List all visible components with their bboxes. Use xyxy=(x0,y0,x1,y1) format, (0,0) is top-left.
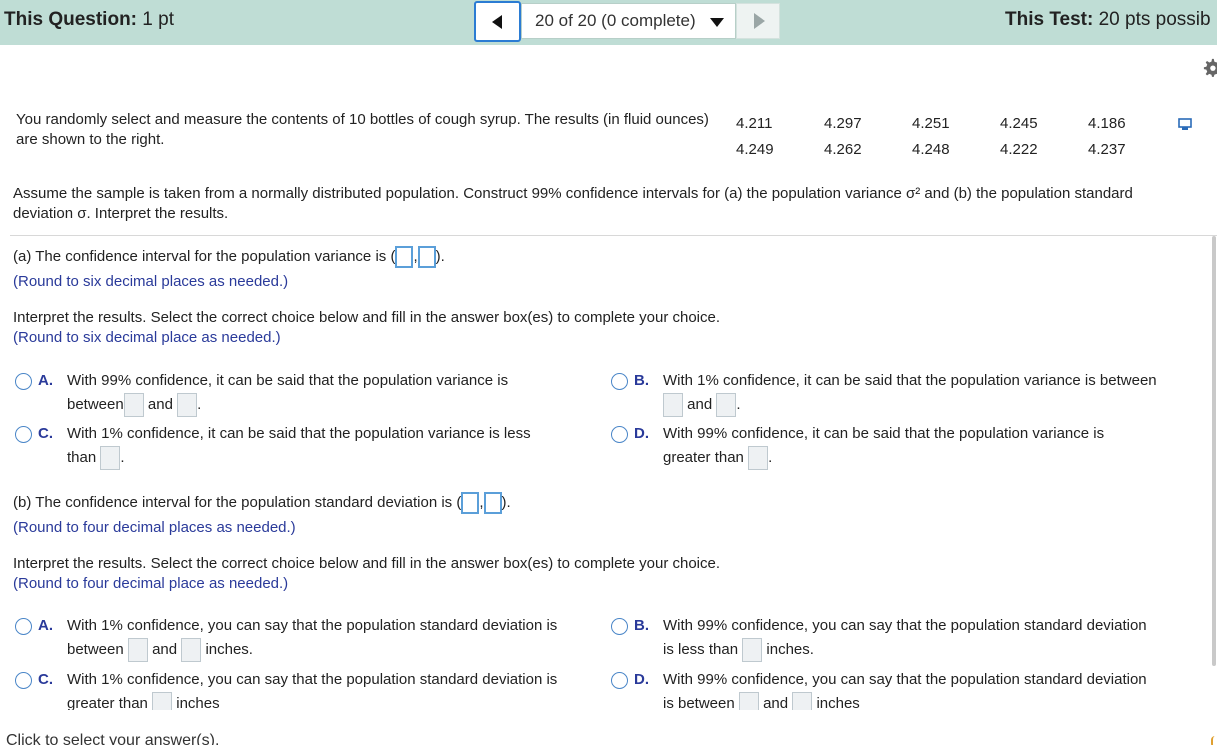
data-cell: 4.297 xyxy=(824,115,862,132)
part-b-option-c-text: With 1% confidence, you can say that the… xyxy=(67,668,612,710)
answer-box[interactable] xyxy=(663,393,683,418)
stddev-upper-input[interactable] xyxy=(483,492,502,514)
answer-box[interactable] xyxy=(123,393,144,418)
part-b-option-a-radio[interactable] xyxy=(15,618,32,635)
part-a-interpret: Interpret the results. Select the correc… xyxy=(13,309,721,326)
data-cell: 4.262 xyxy=(824,141,862,158)
divider xyxy=(10,235,1217,236)
right-arrow-icon xyxy=(754,13,765,29)
data-cell: 4.237 xyxy=(1088,141,1126,158)
question-position: 20 of 20 (0 complete) xyxy=(535,11,696,30)
top-bar: This Question: 1 pt 20 of 20 (0 complete… xyxy=(0,0,1217,45)
option-letter: D. xyxy=(634,671,649,688)
test-points: This Test: 20 pts possib xyxy=(1005,9,1211,30)
variance-upper-input[interactable] xyxy=(417,246,436,268)
part-b-interpret: Interpret the results. Select the correc… xyxy=(13,555,721,572)
option-letter: B. xyxy=(634,372,649,389)
answer-box[interactable] xyxy=(716,393,737,418)
part-a-option-b-text: With 1% confidence, it can be said that … xyxy=(663,369,1208,418)
part-a-option-d-text: With 99% confidence, it can be said that… xyxy=(663,422,1208,471)
part-a-option-b-radio[interactable] xyxy=(611,373,628,390)
assumption-text: Assume the sample is taken from a normal… xyxy=(13,185,1133,222)
loading-indicator-icon xyxy=(1211,736,1217,745)
option-letter: A. xyxy=(38,617,53,634)
option-letter: C. xyxy=(38,671,53,688)
data-cell: 4.249 xyxy=(736,141,774,158)
part-b-option-b-text: With 99% confidence, you can say that th… xyxy=(663,614,1208,663)
part-a-prompt: (a) The confidence interval for the popu… xyxy=(13,246,445,268)
part-a-option-d-radio[interactable] xyxy=(611,426,628,443)
data-cell: 4.186 xyxy=(1088,115,1126,132)
option-letter: C. xyxy=(38,425,53,442)
problem-intro: You randomly select and measure the cont… xyxy=(16,111,709,148)
part-b-option-a-text: With 1% confidence, you can say that the… xyxy=(67,614,612,663)
answer-box[interactable] xyxy=(152,692,173,710)
part-a-option-a-radio[interactable] xyxy=(15,373,32,390)
part-a-option-c-text: With 1% confidence, it can be said that … xyxy=(67,422,597,471)
footer-status: Click to select your answer(s). xyxy=(6,732,220,745)
answer-box[interactable] xyxy=(748,446,769,471)
data-cell: 4.211 xyxy=(736,115,773,132)
data-cell: 4.251 xyxy=(912,115,950,132)
part-b-option-c-radio[interactable] xyxy=(15,672,32,689)
part-b-interpret-round: (Round to four decimal place as needed.) xyxy=(13,575,289,592)
part-a-option-c-radio[interactable] xyxy=(15,426,32,443)
variance-lower-input[interactable] xyxy=(395,246,414,268)
next-question-button[interactable] xyxy=(736,3,780,39)
answer-box[interactable] xyxy=(181,638,202,663)
gear-icon[interactable] xyxy=(1203,56,1217,78)
option-letter: D. xyxy=(634,425,649,442)
answer-box[interactable] xyxy=(738,692,759,710)
question-select-dropdown[interactable]: 20 of 20 (0 complete) xyxy=(521,3,736,39)
stddev-lower-input[interactable] xyxy=(461,492,480,514)
part-b-round-note: (Round to four decimal places as needed.… xyxy=(13,519,296,536)
answer-box[interactable] xyxy=(177,393,198,418)
previous-question-button[interactable] xyxy=(474,1,521,42)
question-points: This Question: 1 pt xyxy=(4,9,174,30)
option-letter: B. xyxy=(634,617,649,634)
scrollbar[interactable] xyxy=(1212,236,1216,666)
answer-box[interactable] xyxy=(792,692,813,710)
answer-box[interactable] xyxy=(100,446,121,471)
part-a-interpret-round: (Round to six decimal place as needed.) xyxy=(13,329,281,346)
part-b-option-b-radio[interactable] xyxy=(611,618,628,635)
data-cell: 4.248 xyxy=(912,141,950,158)
part-a-option-a-text: With 99% confidence, it can be said that… xyxy=(67,369,597,418)
chevron-down-icon xyxy=(710,18,724,27)
part-b-option-d-radio[interactable] xyxy=(611,672,628,689)
option-letter: A. xyxy=(38,372,53,389)
answer-box[interactable] xyxy=(742,638,763,663)
left-arrow-icon xyxy=(492,15,502,29)
part-b-prompt: (b) The confidence interval for the popu… xyxy=(13,492,511,514)
data-cell: 4.245 xyxy=(1000,115,1038,132)
copy-data-icon[interactable] xyxy=(1178,117,1192,131)
part-b-option-d-text: With 99% confidence, you can say that th… xyxy=(663,668,1208,710)
answer-box[interactable] xyxy=(127,638,148,663)
data-cell: 4.222 xyxy=(1000,141,1038,158)
part-a-round-note: (Round to six decimal places as needed.) xyxy=(13,273,289,290)
